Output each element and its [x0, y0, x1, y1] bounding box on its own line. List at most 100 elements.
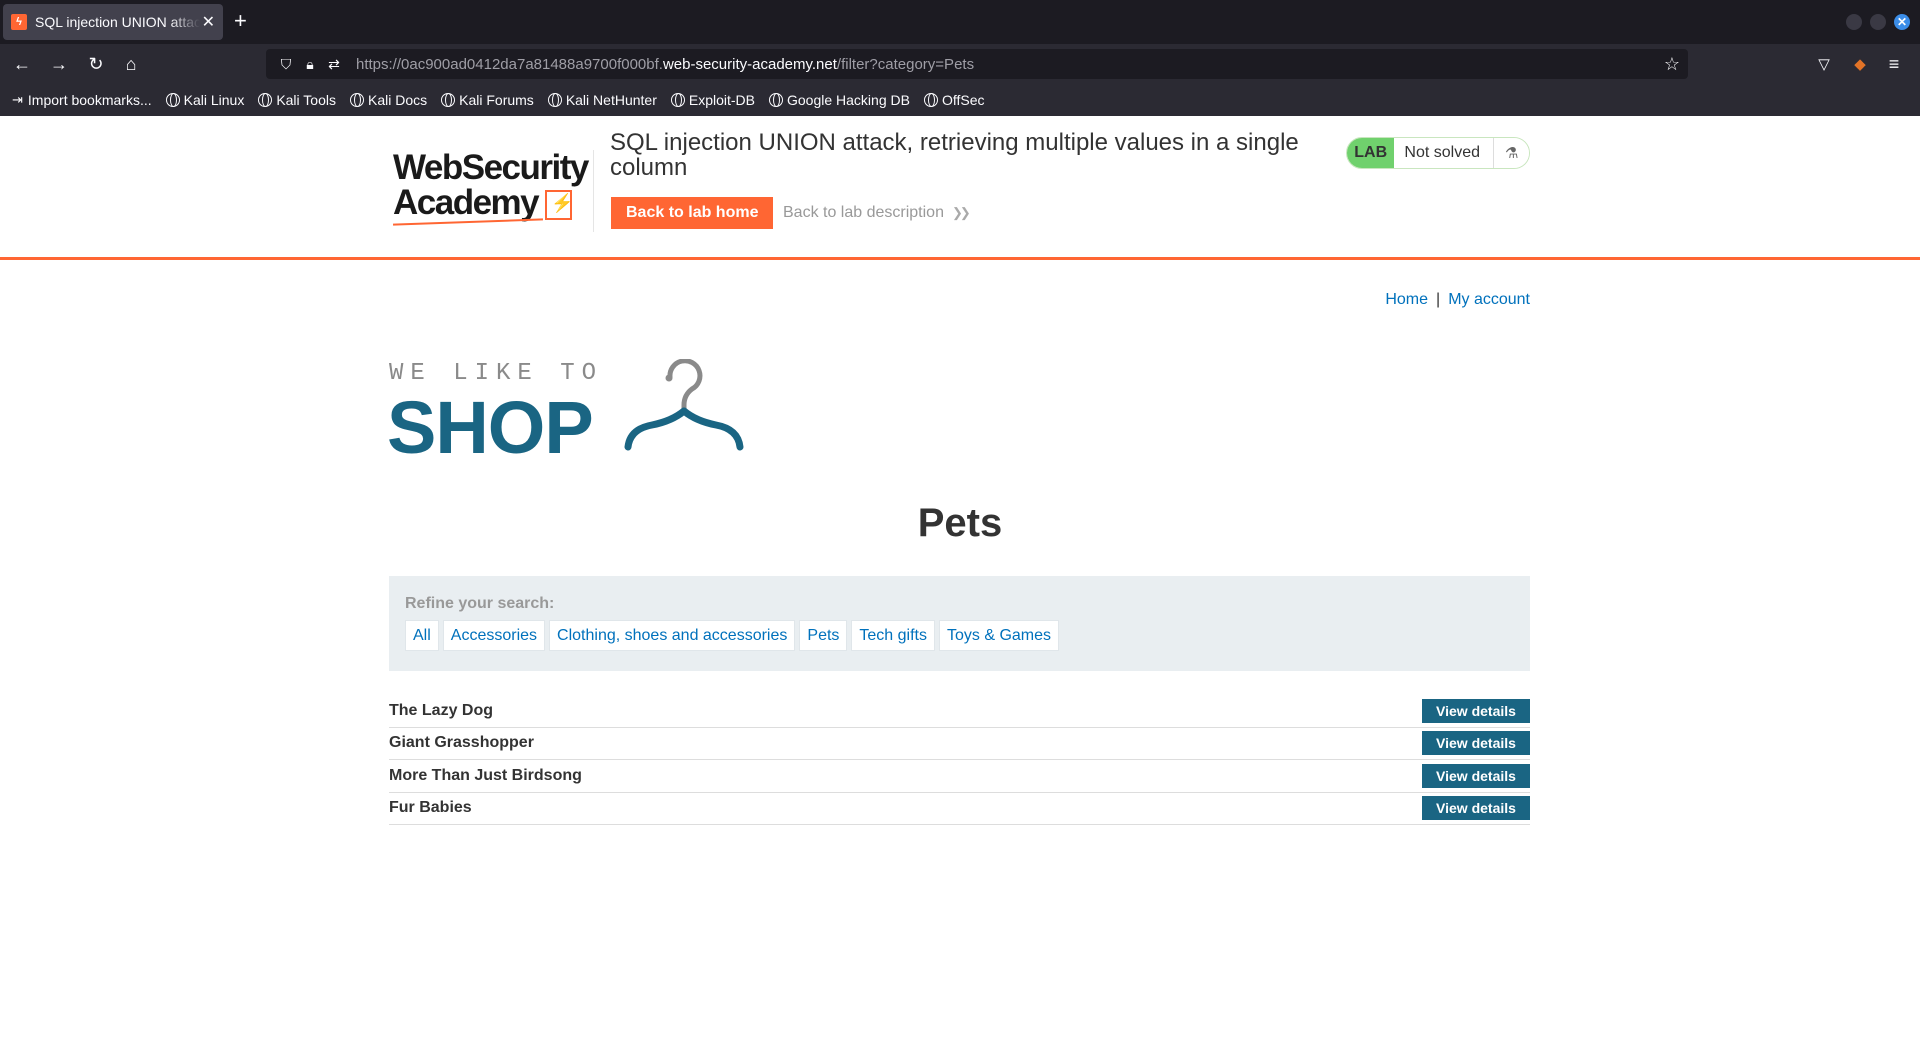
close-window-icon[interactable]: ✕: [1894, 14, 1910, 30]
browser-nav-bar: ← → ↻ ⌂ ⛉ 🔒︎ ⇄ https://0ac900ad0412da7a8…: [0, 44, 1920, 84]
lab-title: SQL injection UNION attack, retrieving m…: [610, 129, 1299, 181]
back-description-label: Back to lab description: [783, 204, 944, 221]
bookmark-kali-forums[interactable]: Kali Forums: [441, 92, 534, 108]
url-path: /filter?category=Pets: [836, 55, 975, 73]
view-details-button[interactable]: View details: [1422, 763, 1530, 788]
logo-slogan: WE LIKE TO: [389, 360, 604, 387]
product-row: More Than Just Birdsong View details: [389, 760, 1530, 793]
pocket-icon[interactable]: ▽: [1812, 52, 1836, 76]
home-icon[interactable]: ⌂: [119, 52, 143, 76]
bookmark-offsec[interactable]: OffSec: [923, 92, 985, 108]
tab-title: SQL injection UNION attack: [35, 14, 200, 30]
back-icon[interactable]: ←: [10, 52, 34, 76]
globe-icon: [349, 93, 364, 107]
bookmark-label: Kali Forums: [459, 92, 534, 108]
view-details-button[interactable]: View details: [1422, 796, 1530, 821]
address-bar[interactable]: ⛉ 🔒︎ ⇄ https://0ac900ad0412da7a81488a970…: [266, 49, 1688, 79]
import-icon: ⇥: [12, 92, 23, 107]
lightning-bolt-icon: [545, 190, 573, 220]
browser-tab-bar: ϟ SQL injection UNION attack ✕ + ✕: [0, 0, 1920, 44]
home-link[interactable]: Home: [1385, 291, 1428, 308]
nav-separator: |: [1436, 291, 1441, 308]
refine-search-panel: Refine your search: All Accessories Clot…: [389, 576, 1530, 671]
lab-status-text: Not solved: [1394, 138, 1494, 168]
bookmark-kali-tools[interactable]: Kali Tools: [258, 92, 336, 108]
bookmark-import[interactable]: ⇥ Import bookmarks...: [12, 92, 152, 108]
globe-icon: [923, 93, 938, 107]
filter-pets[interactable]: Pets: [799, 620, 848, 651]
filter-toys-games[interactable]: Toys & Games: [939, 620, 1060, 651]
category-filters: All Accessories Clothing, shoes and acce…: [405, 620, 1514, 651]
double-chevron-icon: ❯❯: [951, 205, 971, 220]
view-details-button[interactable]: View details: [1422, 698, 1530, 723]
filter-accessories[interactable]: Accessories: [442, 620, 546, 651]
we-like-to-shop-logo: WE LIKE TO SHOP: [387, 359, 769, 469]
filter-tech-gifts[interactable]: Tech gifts: [851, 620, 935, 651]
new-tab-icon[interactable]: +: [234, 9, 247, 33]
flask-icon: ⚗: [1493, 138, 1529, 168]
logo-shop-word: SHOP: [387, 386, 594, 469]
globe-icon: [769, 93, 783, 107]
bookmark-label: Import bookmarks...: [27, 92, 152, 108]
shield-icon[interactable]: ⛉: [278, 56, 294, 73]
browser-tab[interactable]: ϟ SQL injection UNION attack ✕: [3, 4, 223, 40]
bookmark-kali-linux[interactable]: Kali Linux: [165, 92, 245, 108]
refine-label: Refine your search:: [405, 595, 555, 612]
product-name: Giant Grasshopper: [389, 734, 534, 752]
bookmark-google-hacking-db[interactable]: Google Hacking DB: [769, 92, 910, 108]
bookmark-label: Google Hacking DB: [787, 92, 910, 108]
maximize-window-icon[interactable]: [1870, 14, 1886, 30]
url-prefix: https://0ac900ad0412da7a81488a9700f000bf…: [356, 55, 663, 73]
bookmark-label: Kali Docs: [367, 92, 428, 108]
bookmarks-toolbar: ⇥ Import bookmarks... Kali Linux Kali Too…: [0, 84, 1920, 116]
view-details-button[interactable]: View details: [1422, 731, 1530, 756]
lab-badge: LAB: [1347, 138, 1395, 168]
close-tab-icon[interactable]: ✕: [202, 12, 215, 32]
globe-icon: [258, 93, 273, 107]
shop-top-nav: Home | My account: [1385, 291, 1530, 309]
web-security-academy-logo[interactable]: WebSecurity Academy: [390, 136, 590, 226]
product-row: Fur Babies View details: [389, 793, 1530, 825]
back-to-lab-home-button[interactable]: Back to lab home: [611, 197, 774, 229]
bookmark-kali-docs[interactable]: Kali Docs: [349, 92, 428, 108]
globe-icon: [547, 93, 562, 107]
product-list: The Lazy Dog View details Giant Grasshop…: [389, 695, 1530, 825]
product-row: The Lazy Dog View details: [389, 695, 1530, 728]
logo-line-2: Academy: [393, 183, 540, 222]
forward-icon[interactable]: →: [47, 52, 71, 76]
bookmark-exploit-db[interactable]: Exploit-DB: [670, 92, 755, 108]
product-name: Fur Babies: [389, 799, 472, 817]
bookmark-kali-nethunter[interactable]: Kali NetHunter: [547, 92, 657, 108]
portswigger-favicon-icon: ϟ: [11, 14, 27, 30]
url-text[interactable]: https://0ac900ad0412da7a81488a9700f000bf…: [356, 56, 974, 73]
product-row: Giant Grasshopper View details: [389, 728, 1530, 760]
header-divider: [593, 150, 594, 232]
reload-icon[interactable]: ↻: [84, 52, 108, 76]
bookmark-label: Exploit-DB: [688, 92, 755, 108]
bookmark-label: OffSec: [941, 92, 985, 108]
filter-all[interactable]: All: [405, 620, 439, 651]
back-to-lab-description-link[interactable]: Back to lab description ❯❯: [783, 204, 971, 222]
lock-icon[interactable]: 🔒︎: [302, 56, 318, 73]
bookmark-label: Kali Tools: [276, 92, 336, 108]
extension-icon[interactable]: ◆: [1848, 52, 1872, 76]
filter-clothing[interactable]: Clothing, shoes and accessories: [549, 620, 796, 651]
menu-icon[interactable]: ≡: [1882, 52, 1906, 76]
product-name: More Than Just Birdsong: [389, 766, 582, 784]
permissions-icon[interactable]: ⇄: [326, 56, 342, 73]
lab-header: WebSecurity Academy SQL injection UNION …: [0, 116, 1920, 260]
url-domain: web-security-academy.net: [662, 55, 837, 73]
lab-status-widget: LAB Not solved ⚗: [1346, 137, 1530, 169]
bookmark-label: Kali Linux: [183, 92, 245, 108]
minimize-window-icon[interactable]: [1846, 14, 1862, 30]
my-account-link[interactable]: My account: [1448, 291, 1530, 308]
globe-icon: [670, 93, 685, 107]
globe-icon: [165, 93, 180, 107]
hanger-icon: [624, 359, 744, 451]
product-name: The Lazy Dog: [389, 701, 494, 719]
bookmark-label: Kali NetHunter: [565, 92, 657, 108]
bookmark-star-icon[interactable]: ☆: [1664, 54, 1680, 75]
globe-icon: [441, 93, 456, 107]
category-title: Pets: [917, 501, 1003, 545]
logo-line-1: WebSecurity: [393, 148, 589, 187]
